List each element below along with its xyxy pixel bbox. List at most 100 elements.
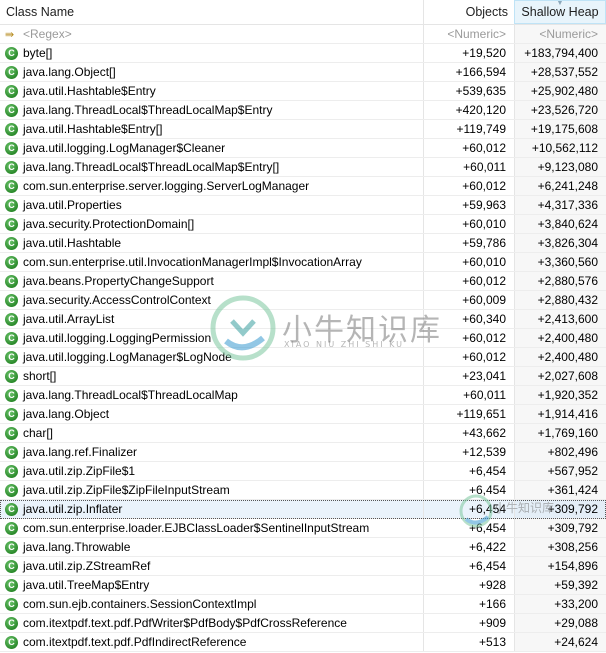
table-row[interactable]: Cjava.util.zip.ZStreamRef +6,454 +154,896 — [0, 557, 606, 576]
shallow-heap-cell: +308,256 — [514, 538, 606, 556]
table-row[interactable]: Cchar[] +43,662 +1,769,160 — [0, 424, 606, 443]
class-name: java.util.Hashtable — [23, 236, 122, 250]
table-row[interactable]: Cjava.util.Hashtable$Entry[] +119,749 +19,… — [0, 120, 606, 139]
objects-cell: +539,635 — [423, 82, 514, 100]
objects-filter-input[interactable]: <Numeric> — [423, 25, 514, 43]
class-name-cell: Ccom.sun.enterprise.util.InvocationManag… — [0, 253, 423, 271]
class-icon: C — [5, 502, 18, 516]
class-name: short[] — [23, 369, 57, 383]
table-row[interactable]: Cjava.util.Properties +59,963 +4,317,336 — [0, 196, 606, 215]
table-body: Cbyte[] +19,520 +183,794,400 Cjava.lang.Obj… — [0, 44, 606, 652]
class-icon: C — [5, 521, 18, 535]
table-row[interactable]: Ccom.sun.enterprise.util.InvocationManag… — [0, 253, 606, 272]
table-row[interactable]: Cbyte[] +19,520 +183,794,400 — [0, 44, 606, 63]
table-row[interactable]: Cjava.lang.Throwable +6,422 +308,256 — [0, 538, 606, 557]
table-row[interactable]: Cjava.util.TreeMap$Entry +928 +59,392 — [0, 576, 606, 595]
class-icon: C — [5, 198, 18, 212]
class-icon: C — [5, 84, 18, 98]
shallow-heap-cell: +309,792 — [514, 519, 606, 537]
table-row[interactable]: Cjava.beans.PropertyChangeSupport +60,012… — [0, 272, 606, 291]
class-name-cell: Cjava.lang.Object — [0, 405, 423, 423]
table-row[interactable]: Ccom.sun.ejb.containers.SessionContextIm… — [0, 595, 606, 614]
class-name-cell: Cjava.util.Properties — [0, 196, 423, 214]
class-name: java.util.zip.ZipFile$ZipFileInputStream — [23, 483, 230, 497]
class-name: java.util.logging.LogManager$LogNode — [23, 350, 232, 364]
table-row[interactable]: Cjava.lang.ThreadLocal$ThreadLocalMap$En… — [0, 158, 606, 177]
objects-cell: +909 — [423, 614, 514, 632]
objects-cell: +6,454 — [423, 519, 514, 537]
filter-row: ⇛ <Regex> <Numeric> <Numeric> — [0, 25, 606, 44]
table-row[interactable]: Cjava.util.zip.ZipFile$ZipFileInputStrea… — [0, 481, 606, 500]
table-row[interactable]: Cjava.util.logging.LogManager$Cleaner +60… — [0, 139, 606, 158]
shallow-heap-cell: +2,027,608 — [514, 367, 606, 385]
objects-cell: +166,594 — [423, 63, 514, 81]
table-row[interactable]: Cjava.security.ProtectionDomain[] +60,010… — [0, 215, 606, 234]
column-header-class-name[interactable]: Class Name — [0, 0, 423, 24]
objects-cell: +60,340 — [423, 310, 514, 328]
class-name-filter-input[interactable]: ⇛ <Regex> — [0, 25, 423, 43]
class-name: java.util.Hashtable$Entry[] — [23, 122, 163, 136]
class-name: java.util.Properties — [23, 198, 122, 212]
class-name-cell: Cjava.util.TreeMap$Entry — [0, 576, 423, 594]
filter-placeholder: <Numeric> — [539, 27, 598, 41]
shallow-heap-cell: +1,914,416 — [514, 405, 606, 423]
shallow-heap-filter-input[interactable]: <Numeric> — [514, 25, 606, 43]
class-name: char[] — [23, 426, 54, 440]
class-name: java.lang.Object — [23, 407, 110, 421]
class-icon: C — [5, 426, 18, 440]
shallow-heap-cell: +28,537,552 — [514, 63, 606, 81]
table-row[interactable]: Cjava.util.logging.LoggingPermission +60,… — [0, 329, 606, 348]
table-row[interactable]: Cjava.lang.ThreadLocal$ThreadLocalMap$En… — [0, 101, 606, 120]
shallow-heap-cell: +33,200 — [514, 595, 606, 613]
class-name: java.util.zip.Inflater — [23, 502, 123, 516]
table-header: Class Name Objects ▼ Shallow Heap — [0, 0, 606, 25]
table-row[interactable]: Ccom.itextpdf.text.pdf.PdfIndirectRefere… — [0, 633, 606, 652]
shallow-heap-cell: +10,562,112 — [514, 139, 606, 157]
class-icon: C — [5, 141, 18, 155]
class-icon: C — [5, 407, 18, 421]
class-name-cell: Cjava.util.zip.ZipFile$1 — [0, 462, 423, 480]
objects-cell: +60,010 — [423, 215, 514, 233]
table-row[interactable]: Cjava.lang.Object +119,651 +1,914,416 — [0, 405, 606, 424]
class-name: java.util.zip.ZStreamRef — [23, 559, 151, 573]
table-row[interactable]: Cjava.lang.Object[] +166,594 +28,537,552 — [0, 63, 606, 82]
table-row[interactable]: Ccom.sun.enterprise.loader.EJBClassLoade… — [0, 519, 606, 538]
class-icon: C — [5, 350, 18, 364]
class-name: com.sun.enterprise.server.logging.Server… — [23, 179, 310, 193]
table-row[interactable]: Cjava.util.Hashtable$Entry +539,635 +25,90… — [0, 82, 606, 101]
shallow-heap-cell: +154,896 — [514, 557, 606, 575]
table-row[interactable]: Cjava.util.logging.LogManager$LogNode +60… — [0, 348, 606, 367]
objects-cell: +60,011 — [423, 158, 514, 176]
regex-filter-icon: ⇛ — [5, 27, 15, 41]
sort-descending-icon: ▼ — [556, 0, 564, 7]
filter-placeholder: <Regex> — [23, 27, 72, 41]
class-name-cell: Cjava.security.AccessControlContext — [0, 291, 423, 309]
column-header-label: Objects — [465, 5, 508, 19]
class-icon: C — [5, 293, 18, 307]
class-icon: C — [5, 540, 18, 554]
class-icon: C — [5, 217, 18, 231]
objects-cell: +60,009 — [423, 291, 514, 309]
class-name: com.itextpdf.text.pdf.PdfWriter$PdfBody$… — [23, 616, 347, 630]
shallow-heap-cell: +19,175,608 — [514, 120, 606, 138]
class-icon: C — [5, 635, 18, 649]
objects-cell: +59,963 — [423, 196, 514, 214]
table-row[interactable]: Cjava.lang.ThreadLocal$ThreadLocalMap +60… — [0, 386, 606, 405]
table-row[interactable]: Cjava.util.zip.Inflater +6,454 +309,792 — [0, 500, 606, 519]
column-header-objects[interactable]: Objects — [423, 0, 514, 24]
table-row[interactable]: Cjava.util.Hashtable +59,786 +3,826,304 — [0, 234, 606, 253]
table-row[interactable]: Cjava.util.ArrayList +60,340 +2,413,600 — [0, 310, 606, 329]
table-row[interactable]: Ccom.sun.enterprise.server.logging.Serve… — [0, 177, 606, 196]
class-name-cell: Cjava.lang.ThreadLocal$ThreadLocalMap — [0, 386, 423, 404]
class-name: java.util.logging.LogManager$Cleaner — [23, 141, 226, 155]
column-header-shallow-heap[interactable]: ▼ Shallow Heap — [514, 0, 606, 24]
table-row[interactable]: Cshort[] +23,041 +2,027,608 — [0, 367, 606, 386]
objects-cell: +513 — [423, 633, 514, 651]
table-row[interactable]: Ccom.itextpdf.text.pdf.PdfWriter$PdfBody… — [0, 614, 606, 633]
class-name: java.lang.Throwable — [23, 540, 131, 554]
class-name: java.lang.ref.Finalizer — [23, 445, 138, 459]
table-row[interactable]: Cjava.lang.ref.Finalizer +12,539 +802,496 — [0, 443, 606, 462]
table-row[interactable]: Cjava.security.AccessControlContext +60,0… — [0, 291, 606, 310]
shallow-heap-cell: +25,902,480 — [514, 82, 606, 100]
table-row[interactable]: Cjava.util.zip.ZipFile$1 +6,454 +567,952 — [0, 462, 606, 481]
